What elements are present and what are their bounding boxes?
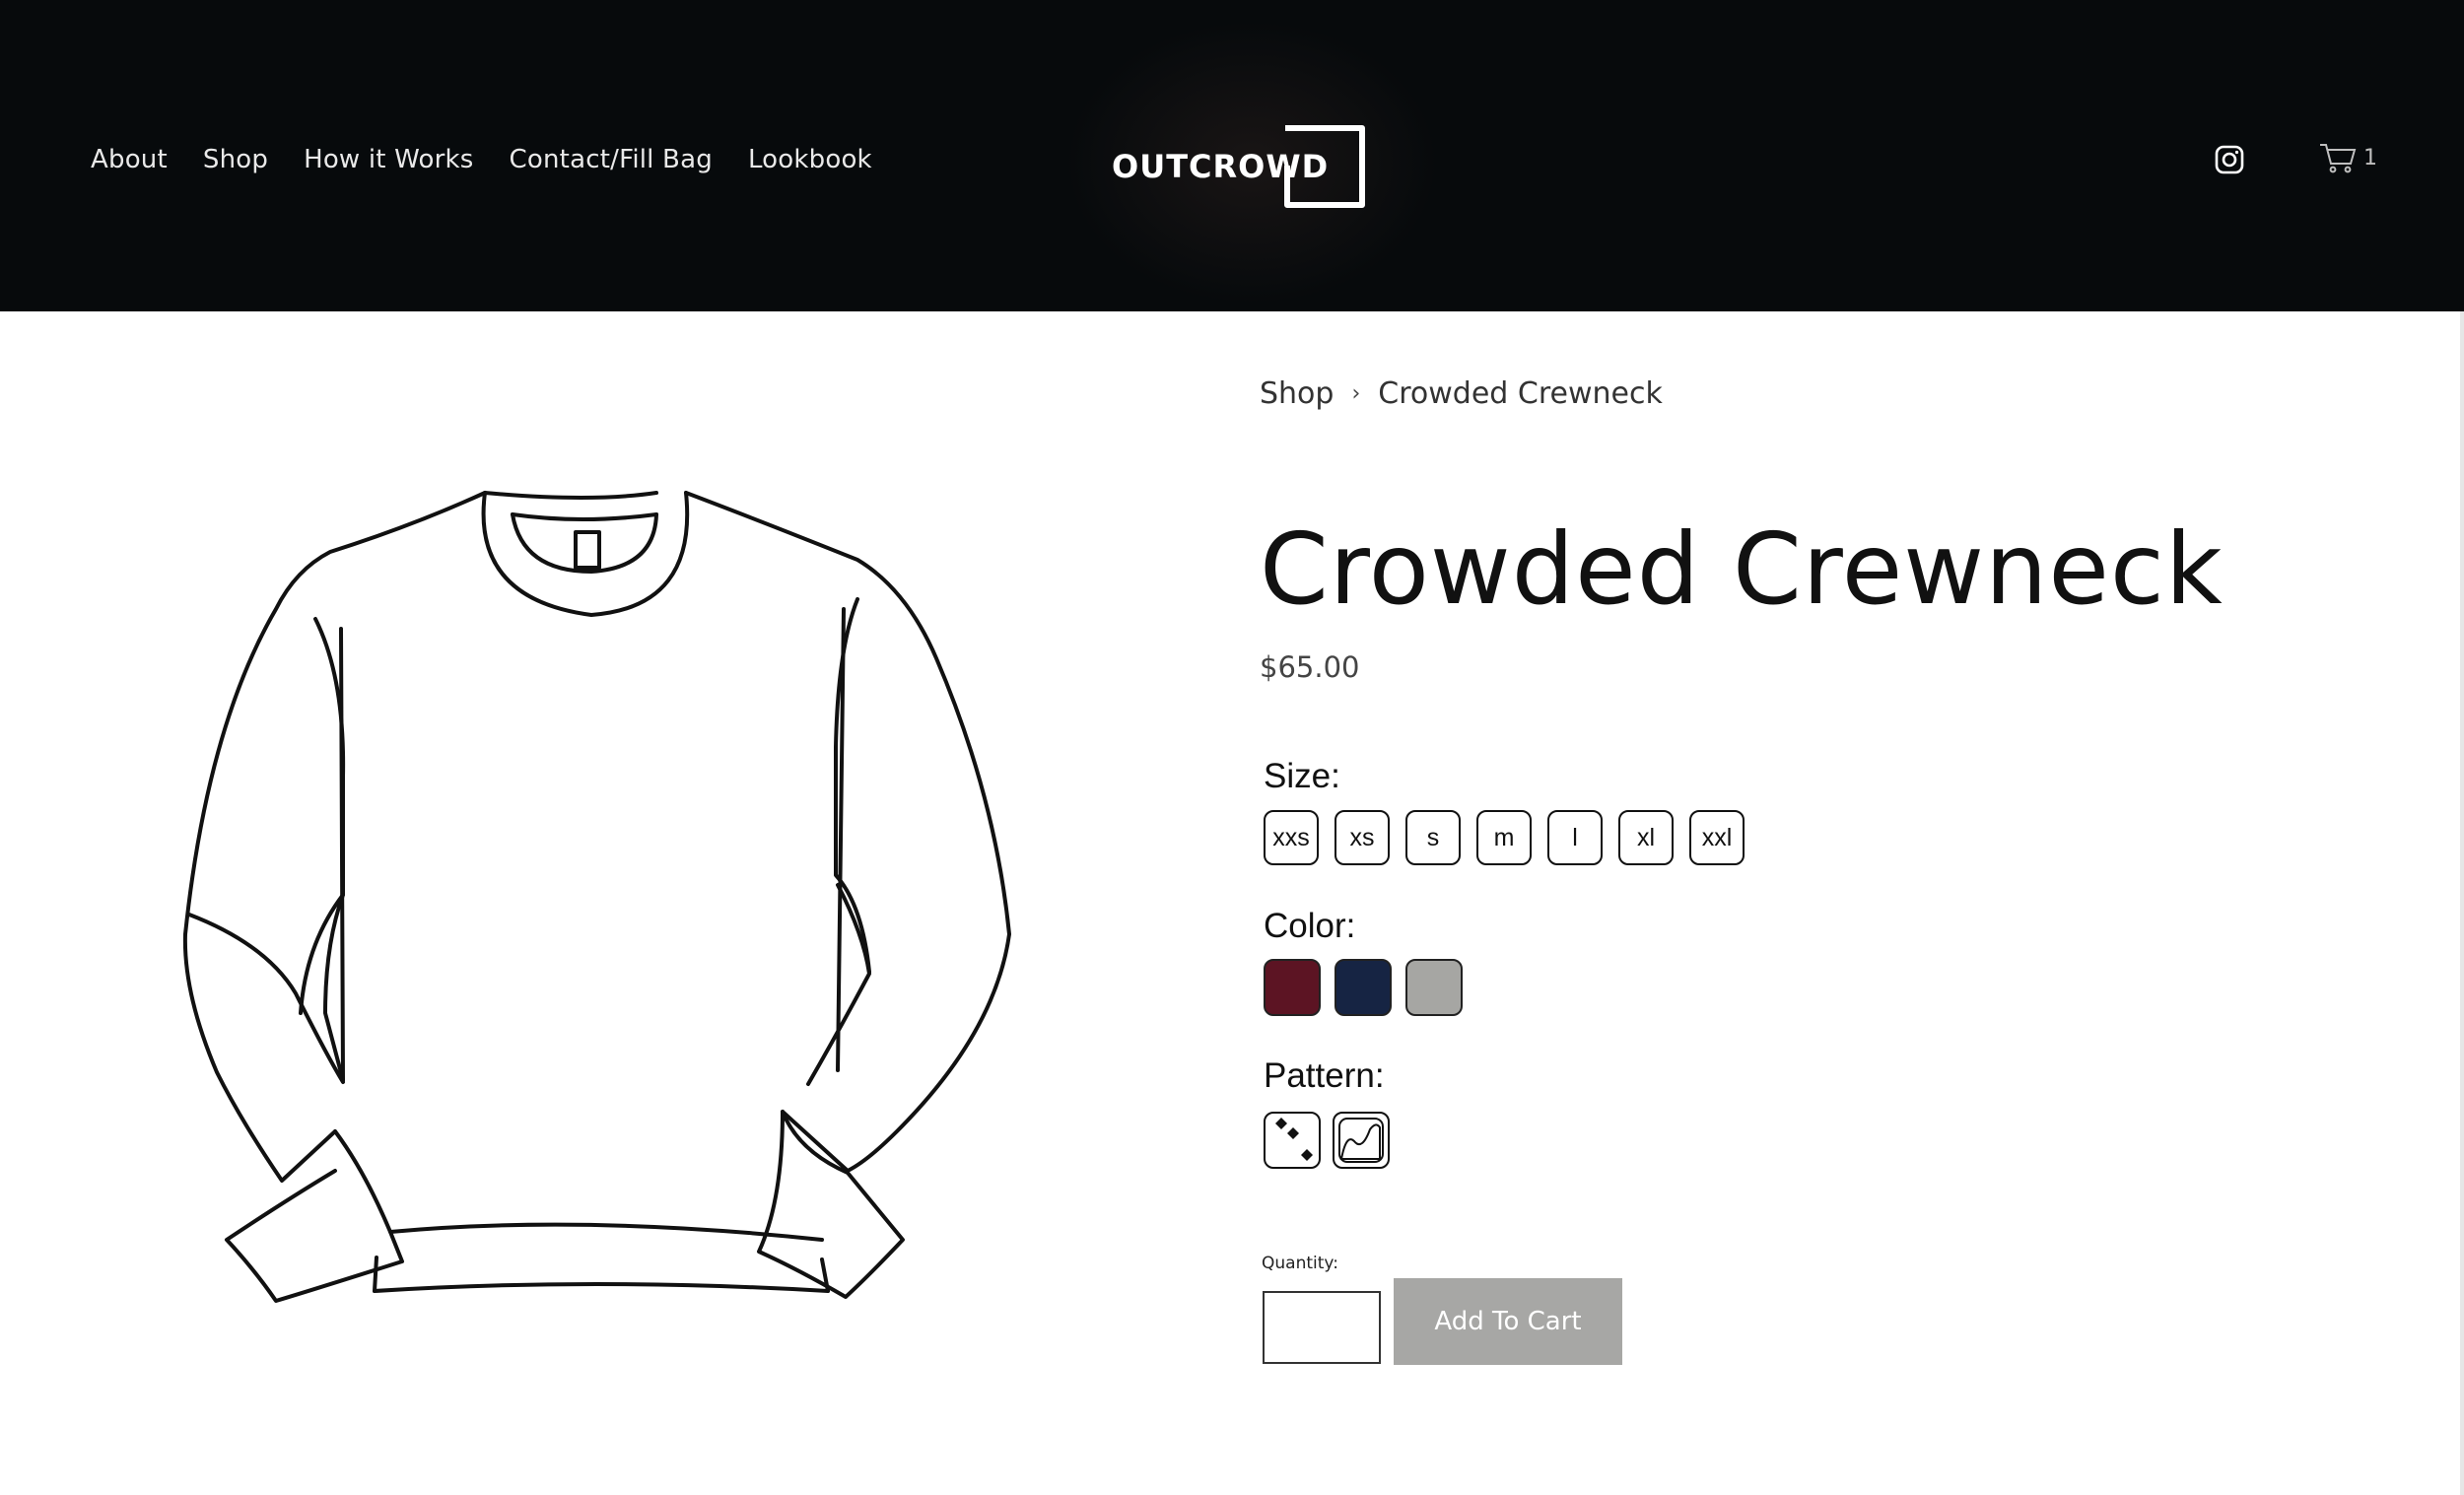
pattern-label: Pattern: xyxy=(1264,1056,1385,1095)
color-swatch-maroon[interactable] xyxy=(1264,959,1321,1016)
breadcrumb-separator: › xyxy=(1351,381,1361,406)
page-scrollbar[interactable] xyxy=(2460,311,2464,1495)
add-to-cart-button[interactable]: Add To Cart xyxy=(1394,1278,1622,1365)
color-swatch-grey[interactable] xyxy=(1405,959,1463,1016)
nav-shop[interactable]: Shop xyxy=(203,142,268,177)
size-option-xl[interactable]: xl xyxy=(1618,810,1674,865)
crewneck-sweatshirt-illustration xyxy=(182,491,1011,1303)
pattern-options xyxy=(1264,1112,1402,1169)
nav-lookbook[interactable]: Lookbook xyxy=(748,142,872,177)
size-option-xs[interactable]: xs xyxy=(1335,810,1390,865)
size-label: Size: xyxy=(1264,757,1340,795)
quantity-input[interactable] xyxy=(1263,1291,1381,1364)
main-nav: About Shop How it Works Contact/Fill Bag… xyxy=(91,142,908,177)
product-title: Crowded Crewneck xyxy=(1260,511,2224,627)
breadcrumb-shop-link[interactable]: Shop xyxy=(1260,376,1334,411)
wave-pattern-icon xyxy=(1338,1118,1384,1163)
site-logo[interactable]: OUTCROWD xyxy=(1112,124,1368,211)
instagram-icon[interactable] xyxy=(2214,144,2245,175)
cart-icon xyxy=(2320,144,2357,173)
size-option-xxl[interactable]: xxl xyxy=(1689,810,1745,865)
color-swatch-navy[interactable] xyxy=(1335,959,1392,1016)
size-option-xxs[interactable]: xxs xyxy=(1264,810,1319,865)
breadcrumb: Shop › Crowded Crewneck xyxy=(1260,376,1663,411)
color-options xyxy=(1264,959,1476,1016)
breadcrumb-current: Crowded Crewneck xyxy=(1378,376,1663,411)
size-option-s[interactable]: s xyxy=(1405,810,1461,865)
cart-count: 1 xyxy=(2363,145,2377,170)
quantity-label: Quantity: xyxy=(1262,1254,1338,1273)
size-option-l[interactable]: l xyxy=(1547,810,1603,865)
pattern-option-dots[interactable] xyxy=(1264,1112,1321,1169)
dots-pattern-icon xyxy=(1275,1118,1313,1161)
size-options: xxs xs s m l xl xxl xyxy=(1264,810,1760,865)
size-option-m[interactable]: m xyxy=(1476,810,1532,865)
nav-about[interactable]: About xyxy=(91,142,168,177)
color-label: Color: xyxy=(1264,907,1356,945)
product-price: $65.00 xyxy=(1260,650,1360,684)
logo-frame-icon xyxy=(1284,125,1365,208)
nav-how-it-works[interactable]: How it Works xyxy=(304,142,473,177)
pattern-option-wave[interactable] xyxy=(1333,1112,1390,1169)
site-header: About Shop How it Works Contact/Fill Bag… xyxy=(0,0,2464,311)
cart-button[interactable]: 1 xyxy=(2318,141,2377,174)
nav-contact-fill-bag[interactable]: Contact/Fill Bag xyxy=(510,142,713,177)
